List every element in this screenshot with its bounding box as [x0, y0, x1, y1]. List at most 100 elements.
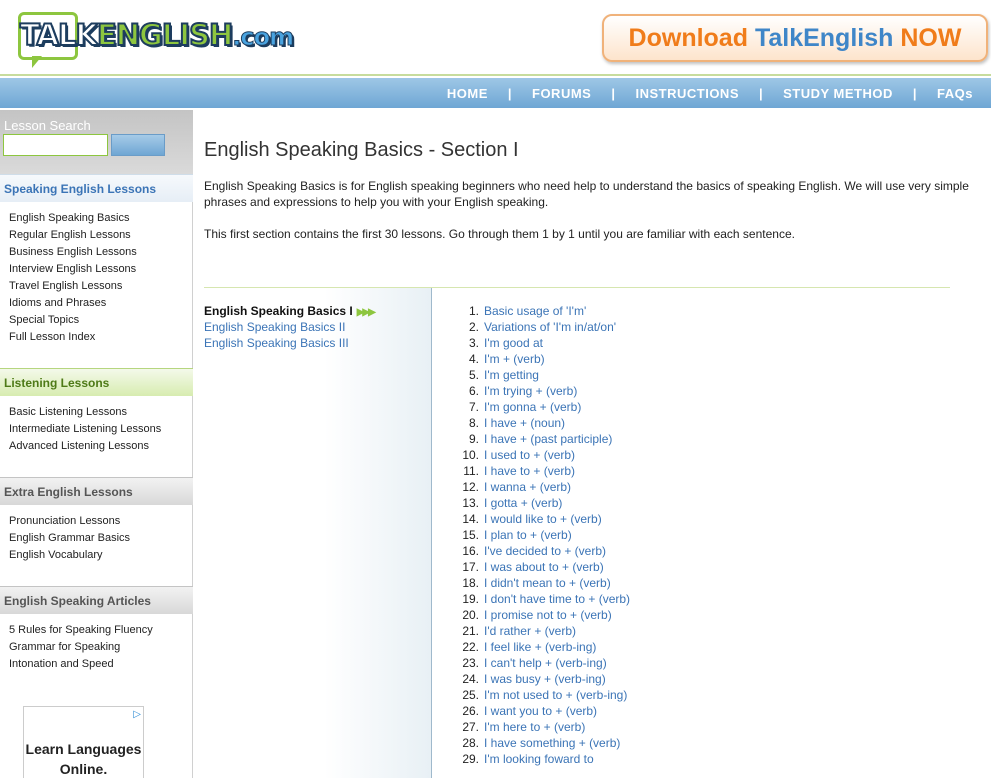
- lesson-link[interactable]: I'm good at: [484, 336, 543, 350]
- ad-banner[interactable]: ▷ Learn Languages Online.: [23, 706, 144, 778]
- download-now-button[interactable]: Download TalkEnglish NOW: [602, 14, 988, 62]
- section-subnav: English Speaking Basics I ▶▶▶ English Spea…: [194, 288, 432, 778]
- top-nav: HOME | FORUMS | INSTRUCTIONS | STUDY METHOD | FA…: [0, 78, 991, 108]
- active-arrows-icon: ▶▶▶: [356, 307, 376, 318]
- sidebar-section-list: Pronunciation Lessons English Grammar Bas…: [9, 513, 130, 564]
- lesson-link[interactable]: I'm trying + (verb): [484, 384, 577, 398]
- lesson-link[interactable]: I have something + (verb): [484, 736, 620, 750]
- lesson-link[interactable]: I want you to + (verb): [484, 704, 597, 718]
- nav-home[interactable]: HOME: [447, 86, 488, 101]
- lesson-item: 20. I promise not to + (verb): [459, 607, 630, 623]
- lesson-link[interactable]: I was about to + (verb): [484, 560, 604, 574]
- sidebar-link[interactable]: Basic Listening Lessons: [9, 404, 161, 421]
- lesson-link[interactable]: Basic usage of 'I'm': [484, 304, 586, 318]
- lesson-item: 23. I can't help + (verb-ing): [459, 655, 630, 671]
- sidebar-link[interactable]: Travel English Lessons: [9, 278, 137, 295]
- lesson-link[interactable]: I'm looking foward to: [484, 752, 594, 766]
- sidebar-link[interactable]: Intonation and Speed: [9, 656, 153, 673]
- lesson-item: 19. I don't have time to + (verb): [459, 591, 630, 607]
- lesson-link[interactable]: I'm + (verb): [484, 352, 545, 366]
- lesson-link[interactable]: I'm not used to + (verb-ing): [484, 688, 627, 702]
- lesson-number: 20.: [462, 608, 479, 622]
- lesson-link[interactable]: I'm getting: [484, 368, 539, 382]
- lesson-item: 8. I have + (noun): [459, 415, 630, 431]
- lesson-number: 3.: [468, 336, 479, 350]
- lesson-item: 13. I gotta + (verb): [459, 495, 630, 511]
- lesson-search-input[interactable]: [3, 134, 108, 156]
- lesson-link[interactable]: I would like to + (verb): [484, 512, 602, 526]
- sidebar-link[interactable]: Idioms and Phrases: [9, 295, 137, 312]
- sidebar-link[interactable]: Special Topics: [9, 312, 137, 329]
- section-link[interactable]: English Speaking Basics III: [204, 335, 374, 351]
- lesson-item: 14. I would like to + (verb): [459, 511, 630, 527]
- lesson-item: 21. I'd rather + (verb): [459, 623, 630, 639]
- lesson-link[interactable]: I've decided to + (verb): [484, 544, 606, 558]
- lesson-search-button[interactable]: [111, 134, 165, 156]
- lesson-link[interactable]: I didn't mean to + (verb): [484, 576, 611, 590]
- sidebar-link[interactable]: Business English Lessons: [9, 244, 137, 261]
- intro-paragraph-1: English Speaking Basics is for English s…: [204, 179, 969, 209]
- lesson-item: 16. I've decided to + (verb): [459, 543, 630, 559]
- sidebar-link[interactable]: English Grammar Basics: [9, 530, 130, 547]
- nav-faqs[interactable]: FAQs: [937, 86, 973, 101]
- sidebar-section-list: English Speaking Basics Regular English L…: [9, 210, 137, 346]
- lesson-number: 11.: [463, 464, 479, 478]
- logo-com: .com: [232, 23, 295, 52]
- sidebar-link[interactable]: Regular English Lessons: [9, 227, 137, 244]
- sidebar-link[interactable]: Interview English Lessons: [9, 261, 137, 278]
- lesson-number: 13.: [462, 496, 479, 510]
- lesson-link[interactable]: I don't have time to + (verb): [484, 592, 630, 606]
- sidebar-link[interactable]: 5 Rules for Speaking Fluency: [9, 622, 153, 639]
- section-link[interactable]: English Speaking Basics I ▶▶▶: [204, 303, 376, 319]
- nav-forums[interactable]: FORUMS: [532, 86, 591, 101]
- nav-study-method[interactable]: STUDY METHOD: [783, 86, 893, 101]
- lesson-search-panel: Lesson Search: [0, 110, 193, 174]
- nav-separator: |: [611, 85, 616, 101]
- lesson-item: 28. I have something + (verb): [459, 735, 630, 751]
- adchoices-icon[interactable]: ▷: [133, 709, 141, 720]
- lesson-link[interactable]: I plan to + (verb): [484, 528, 572, 542]
- sidebar-link[interactable]: English Speaking Basics: [9, 210, 137, 227]
- lesson-link[interactable]: I'm gonna + (verb): [484, 400, 581, 414]
- lesson-item: 3. I'm good at: [459, 335, 630, 351]
- nav-separator: |: [912, 85, 918, 101]
- sidebar-link[interactable]: Full Lesson Index: [9, 329, 137, 346]
- lesson-link[interactable]: I feel like + (verb-ing): [484, 640, 596, 654]
- lesson-link[interactable]: I used to + (verb): [484, 448, 575, 462]
- lesson-number: 29.: [462, 752, 479, 766]
- logo-text: TALKENGLISH.com: [19, 17, 295, 53]
- lesson-link[interactable]: I wanna + (verb): [484, 480, 571, 494]
- logo-talk: TALK: [19, 17, 99, 53]
- lesson-link[interactable]: I was busy + (verb-ing): [484, 672, 606, 686]
- logo-english: ENGLISH: [96, 17, 234, 53]
- lesson-item: 10. I used to + (verb): [459, 447, 630, 463]
- nav-separator: |: [507, 85, 512, 101]
- sidebar-link[interactable]: Pronunciation Lessons: [9, 513, 130, 530]
- lesson-number: 21.: [462, 624, 479, 638]
- lesson-number: 7.: [468, 400, 479, 414]
- nav-instructions[interactable]: INSTRUCTIONS: [635, 86, 739, 101]
- sidebar-link[interactable]: Grammar for Speaking: [9, 639, 153, 656]
- lesson-item: 26. I want you to + (verb): [459, 703, 630, 719]
- lesson-link[interactable]: I have + (noun): [484, 416, 565, 430]
- lesson-number: 17.: [462, 560, 479, 574]
- lesson-number: 24.: [462, 672, 479, 686]
- lesson-link[interactable]: I can't help + (verb-ing): [484, 656, 607, 670]
- site-logo[interactable]: TALKENGLISH.com: [14, 12, 314, 68]
- section-link[interactable]: English Speaking Basics II: [204, 319, 374, 335]
- lesson-item: 12. I wanna + (verb): [459, 479, 630, 495]
- lesson-link[interactable]: I have + (past participle): [484, 432, 612, 446]
- lesson-link[interactable]: I'd rather + (verb): [484, 624, 576, 638]
- sidebar-section-heading: Extra English Lessons: [0, 477, 193, 505]
- lesson-link[interactable]: I promise not to + (verb): [484, 608, 612, 622]
- lesson-link[interactable]: I have to + (verb): [484, 464, 575, 478]
- lesson-item: 29. I'm looking foward to: [459, 751, 630, 767]
- lesson-item: 6. I'm trying + (verb): [459, 383, 630, 399]
- nav-separator: |: [758, 85, 764, 101]
- sidebar-link[interactable]: English Vocabulary: [9, 547, 130, 564]
- lesson-link[interactable]: Variations of 'I'm in/at/on': [484, 320, 616, 334]
- sidebar-link[interactable]: Intermediate Listening Lessons: [9, 421, 161, 438]
- lesson-link[interactable]: I gotta + (verb): [484, 496, 562, 510]
- sidebar-link[interactable]: Advanced Listening Lessons: [9, 438, 161, 455]
- lesson-link[interactable]: I'm here to + (verb): [484, 720, 585, 734]
